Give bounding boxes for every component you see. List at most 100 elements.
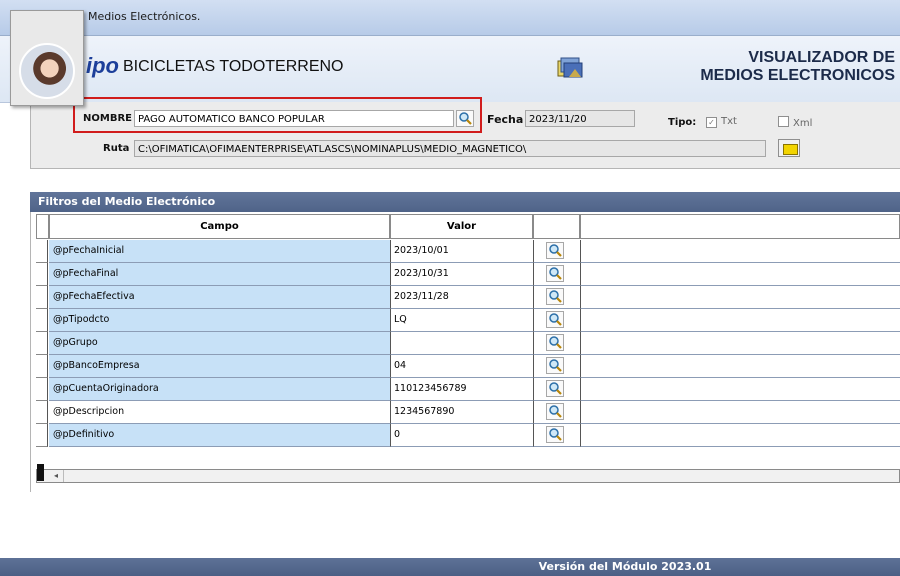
row-search-button[interactable] [546, 403, 564, 420]
valor-cell[interactable]: 2023/10/01 [390, 240, 533, 263]
campo-cell: @pGrupo [49, 332, 390, 355]
row-search-button[interactable] [546, 288, 564, 305]
nombre-highlight [73, 97, 482, 133]
filters-title: Filtros del Medio Electrónico [30, 192, 900, 212]
search-icon [549, 267, 562, 280]
row-selector[interactable] [36, 378, 48, 401]
row-search-button[interactable] [546, 311, 564, 328]
version-text: Versión del Módulo 2023.01 [538, 560, 712, 573]
empty-cell [580, 309, 900, 332]
media-folder-icon [557, 57, 583, 78]
search-icon [549, 428, 562, 441]
empty-cell [580, 263, 900, 286]
title-bar: Medios Electrónicos. [0, 0, 900, 36]
campo-cell: @pCuentaOriginadora [49, 378, 390, 401]
logo: ipo [86, 53, 119, 78]
campo-cell: @pBancoEmpresa [49, 355, 390, 378]
row-search-cell [533, 378, 580, 401]
fecha-field[interactable]: 2023/11/20 [525, 110, 635, 127]
company-name: BICICLETAS TODOTERRENO [123, 58, 344, 75]
valor-cell[interactable]: 2023/10/31 [390, 263, 533, 286]
row-selector[interactable] [36, 309, 48, 332]
horizontal-scrollbar[interactable]: ◂ [36, 464, 900, 483]
empty-cell [580, 378, 900, 401]
row-selector[interactable] [36, 263, 48, 286]
empty-cell [580, 401, 900, 424]
tipo-txt-checkbox[interactable]: ✓ Txt [706, 116, 737, 128]
row-search-cell [533, 332, 580, 355]
row-selector[interactable] [36, 355, 48, 378]
empty-cell [580, 424, 900, 447]
empty-cell [580, 355, 900, 378]
ruta-label: Ruta [103, 143, 130, 154]
column-header-campo[interactable]: Campo [49, 214, 390, 239]
search-icon [549, 244, 562, 257]
row-search-cell [533, 424, 580, 447]
empty-cell [580, 240, 900, 263]
campo-cell: @pDefinitivo [49, 424, 390, 447]
campo-cell: @pFechaFinal [49, 263, 390, 286]
row-indicator [37, 464, 44, 481]
row-search-cell [533, 309, 580, 332]
table-row[interactable]: @pGrupo [36, 332, 900, 355]
campo-cell: @pFechaEfectiva [49, 286, 390, 309]
row-search-cell [533, 355, 580, 378]
tipo-xml-label: Xml [793, 118, 813, 129]
row-search-cell [533, 240, 580, 263]
column-header-action [533, 214, 580, 239]
row-search-cell [533, 401, 580, 424]
valor-cell[interactable]: 2023/11/28 [390, 286, 533, 309]
user-avatar-card[interactable] [10, 10, 84, 106]
search-icon [549, 405, 562, 418]
row-search-cell [533, 263, 580, 286]
table-row[interactable]: @pDefinitivo 0 [36, 424, 900, 447]
row-search-button[interactable] [546, 334, 564, 351]
row-search-button[interactable] [546, 242, 564, 259]
avatar [19, 43, 75, 99]
module-title: VISUALIZADOR DE MEDIOS ELECTRONICOS [650, 49, 895, 85]
valor-cell[interactable]: 0 [390, 424, 533, 447]
search-icon [549, 336, 562, 349]
valor-cell[interactable]: 110123456789 [390, 378, 533, 401]
valor-cell[interactable]: 1234567890 [390, 401, 533, 424]
column-header-empty [580, 214, 900, 239]
campo-cell: @pTipodcto [49, 309, 390, 332]
version-bar: Versión del Módulo 2023.01 [0, 558, 900, 576]
module-title-line1: VISUALIZADOR DE [748, 49, 895, 66]
search-icon [549, 359, 562, 372]
row-selector[interactable] [36, 401, 48, 424]
table-row[interactable]: @pCuentaOriginadora 110123456789 [36, 378, 900, 401]
row-selector[interactable] [36, 424, 48, 447]
row-selector[interactable] [36, 332, 48, 355]
row-selector[interactable] [36, 240, 48, 263]
tipo-xml-checkbox[interactable]: Xml [778, 116, 812, 129]
tipo-label: Tipo: [668, 117, 697, 128]
row-search-button[interactable] [546, 357, 564, 374]
scroll-left-arrow-icon[interactable]: ◂ [49, 470, 64, 482]
table-row[interactable]: @pBancoEmpresa 04 [36, 355, 900, 378]
search-icon [549, 382, 562, 395]
row-search-button[interactable] [546, 265, 564, 282]
row-selector[interactable] [36, 286, 48, 309]
table-row[interactable]: @pDescripcion 1234567890 [36, 401, 900, 424]
campo-cell: @pDescripcion [49, 401, 390, 424]
table-row[interactable]: @pFechaFinal 2023/10/31 [36, 263, 900, 286]
search-icon [549, 313, 562, 326]
valor-cell[interactable]: 04 [390, 355, 533, 378]
tipo-txt-label: Txt [721, 116, 737, 127]
browse-folder-button[interactable] [778, 139, 800, 157]
table-row[interactable]: @pFechaInicial 2023/10/01 [36, 240, 900, 263]
ruta-field[interactable]: C:\OFIMATICA\OFIMAENTERPRISE\ATLASCS\NOM… [134, 140, 766, 157]
valor-cell[interactable]: LQ [390, 309, 533, 332]
search-icon [549, 290, 562, 303]
xml-box [778, 116, 789, 127]
valor-cell[interactable] [390, 332, 533, 355]
grid-corner [36, 214, 49, 239]
column-header-valor[interactable]: Valor [390, 214, 533, 239]
row-search-button[interactable] [546, 426, 564, 443]
folder-icon [783, 144, 798, 155]
table-row[interactable]: @pTipodcto LQ [36, 309, 900, 332]
row-search-button[interactable] [546, 380, 564, 397]
table-row[interactable]: @pFechaEfectiva 2023/11/28 [36, 286, 900, 309]
empty-cell [580, 286, 900, 309]
